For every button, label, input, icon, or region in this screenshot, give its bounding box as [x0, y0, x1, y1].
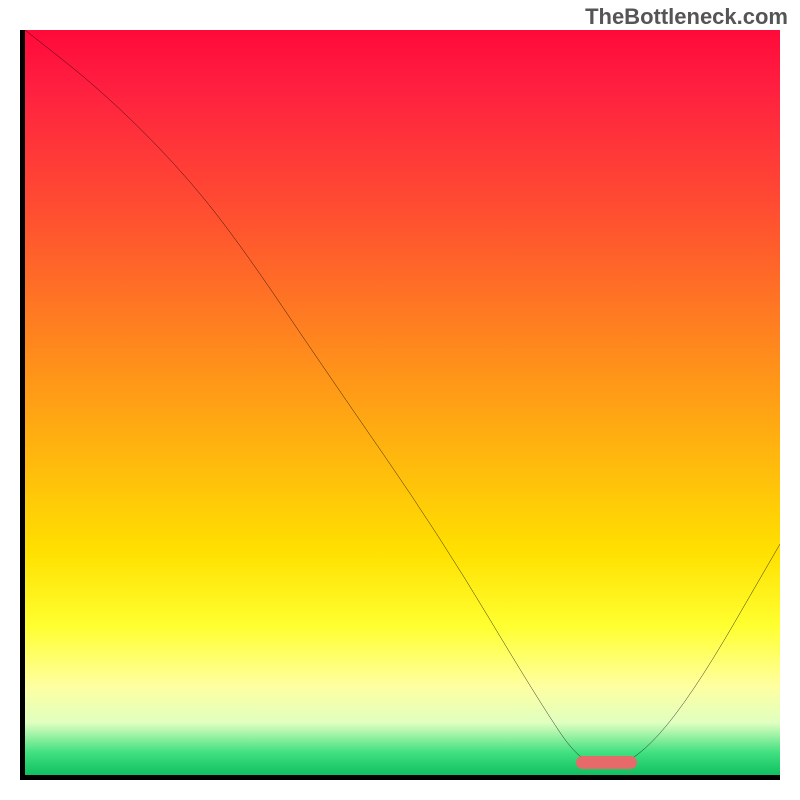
- watermark-text: TheBottleneck.com: [585, 4, 788, 30]
- optimal-range-marker: [576, 756, 636, 769]
- bottleneck-curve: [25, 30, 780, 768]
- plot-area: [20, 30, 780, 780]
- curve-svg: [25, 30, 780, 775]
- chart-container: TheBottleneck.com: [0, 0, 800, 800]
